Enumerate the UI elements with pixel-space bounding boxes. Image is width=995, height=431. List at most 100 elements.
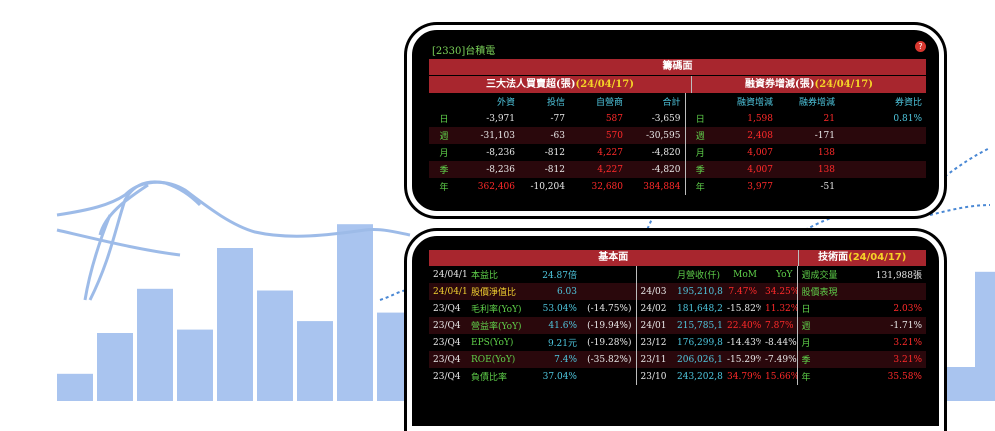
rev-mom: 22.40% <box>727 320 761 331</box>
fund-value: 9.21元 <box>547 339 577 349</box>
rev-mom: 34.79% <box>727 371 761 382</box>
chips-cell-margin: 3,977 <box>747 181 773 192</box>
chips-title: 籌碼面 <box>429 59 926 75</box>
rev-mom: -14.43% <box>727 337 761 348</box>
fundamentals-row: 23/Q4 ROE(YoY) 7.4% (-35.82%) 23/11 206,026,1… <box>429 351 926 368</box>
chips-cell-dealer: 4,227 <box>597 164 623 175</box>
chips-row: 月 -8,236 -812 4,227 -4,820 月 4,007 138 <box>429 144 926 161</box>
fundamentals-row: 23/Q4 營益率(YoY) 41.6% (-19.94%) 24/01 215,785,… <box>429 317 926 334</box>
fund-label: EPS(YoY) <box>471 337 514 348</box>
chips-subheader: 三大法人買賣超(張)(24/04/17) 融資券增減(張)(24/04/17) <box>429 76 926 93</box>
technical-header: 技術面 <box>818 252 849 263</box>
fundamentals-row: 23/Q4 EPS(YoY) 9.21元 (-19.28%) 23/12 176,299,… <box>429 334 926 351</box>
fund-value: 41.6% <box>548 320 577 331</box>
fundamentals-panel: 基本面 技術面(24/04/17) 24/04/17 本益比 24.87倍 月營收(仟… <box>407 231 944 431</box>
chips-cell-total: -3,659 <box>651 113 681 124</box>
fundamentals-row: 23/Q4 毛利率(YoY) 53.04% (-14.75%) 24/02 181,648… <box>429 300 926 317</box>
tech-label: 季 <box>796 351 864 368</box>
fundamentals-row: 23/Q4 負債比率 37.04% 23/10 243,202,811 34.79% 15.… <box>429 368 926 385</box>
fundamentals-header: 基本面 技術面(24/04/17) <box>429 250 926 266</box>
rev-month: 23/10 <box>635 368 673 385</box>
chips-cell-short: -171 <box>814 130 835 141</box>
rev-yoy: -8.44% <box>765 337 797 348</box>
col-ratio: 券資比 <box>894 98 922 108</box>
margin-date: (24/04/17) <box>814 79 873 90</box>
chips-cell-short: -51 <box>820 181 836 192</box>
background-bar <box>337 224 373 401</box>
fund-date: 24/04/17 <box>433 269 467 280</box>
fundamentals-table: 24/04/17 本益比 24.87倍 月營收(仟) MoM YoY週成交量 131,988… <box>429 266 926 385</box>
fund-value: 53.04% <box>542 303 577 314</box>
stock-ticker[interactable]: [2330]台積電 <box>432 42 495 57</box>
background-bar <box>97 333 133 401</box>
rev-month-head <box>635 266 673 283</box>
fund-date: 23/Q4 <box>433 354 461 365</box>
tech-value: -1.71% <box>890 320 922 331</box>
background-bar <box>257 290 293 401</box>
chips-cell-mperiod: 日 <box>684 110 715 127</box>
rev-yoy: 15.66% <box>765 371 797 382</box>
background-bar <box>945 367 975 401</box>
tech-label: 日 <box>796 300 864 317</box>
chips-cell-total: -4,820 <box>651 164 681 175</box>
chips-table: 外資 投信 自營商 合計 融資增減 融券增減 券資比 日 -3,971 -77 587… <box>429 93 926 195</box>
chips-cell-dealer: 570 <box>605 130 623 141</box>
institutional-date: (24/04/17) <box>575 79 634 90</box>
background-bar <box>297 321 333 401</box>
fund-value: 7.4% <box>554 354 577 365</box>
dotted-line-mid <box>804 214 841 231</box>
chips-cell-mperiod: 年 <box>684 178 715 195</box>
tech-value <box>864 283 926 300</box>
chips-cell-mperiod: 季 <box>684 161 715 178</box>
tech-value: 2.03% <box>893 303 922 314</box>
chips-cell-ratio <box>839 144 926 161</box>
chips-cell-trust: -77 <box>550 113 566 124</box>
fund-label: 營益率(YoY) <box>471 322 522 332</box>
chips-cell-short: 138 <box>817 147 835 158</box>
rev-yoy: 11.32% <box>765 303 797 314</box>
chips-cell-period: 週 <box>439 132 449 142</box>
rev-month: 24/01 <box>635 317 673 334</box>
chips-cell-ratio: 0.81% <box>893 113 922 124</box>
fund-label: 本益比 <box>471 271 499 281</box>
col-trust: 投信 <box>546 98 565 108</box>
fund-change: (-19.28%) <box>587 337 632 348</box>
rev-yoy: -7.49% <box>765 354 797 365</box>
chips-cell-foreign: -31,103 <box>480 130 515 141</box>
fund-date: 23/Q4 <box>433 320 461 331</box>
chips-row: 週 -31,103 -63 570 -30,595 週 2,408 -171 <box>429 127 926 144</box>
tech-label: 週成交量 <box>796 266 864 283</box>
rev-head-rev: 月營收(仟) <box>677 271 721 281</box>
chips-cell-ratio <box>839 178 926 195</box>
rev-month: 24/02 <box>635 300 673 317</box>
background-bar <box>975 271 995 401</box>
chips-cell-trust: -10,204 <box>530 181 565 192</box>
rev-head-mom: MoM <box>733 269 757 280</box>
chips-cell-trust: -63 <box>550 130 566 141</box>
fund-change: (-19.94%) <box>587 320 632 331</box>
chips-cell-margin: 4,007 <box>747 164 773 175</box>
rev-mom: 7.47% <box>728 286 757 297</box>
fund-change <box>581 283 636 300</box>
fund-date: 24/04/17 <box>433 286 467 297</box>
col-total: 合計 <box>662 98 681 108</box>
fund-date: 23/Q4 <box>433 371 461 382</box>
chips-cell-dealer: 587 <box>605 113 623 124</box>
dotted-line-right <box>939 147 991 181</box>
fund-date: 23/Q4 <box>433 337 461 348</box>
chips-cell-dealer: 4,227 <box>597 147 623 158</box>
chips-cell-total: -30,595 <box>645 130 681 141</box>
tech-label: 股價表現 <box>796 283 864 300</box>
chips-cell-short: 138 <box>817 164 835 175</box>
rev-value: 243,202,811 <box>677 371 723 382</box>
fund-label: 股價淨值比 <box>471 288 517 298</box>
background-line-3 <box>98 183 149 236</box>
chips-cell-period: 年 <box>439 183 449 193</box>
chips-cell-ratio <box>839 127 926 144</box>
fundamentals-title: 基本面 <box>429 250 798 266</box>
chips-cell-dealer: 32,680 <box>591 181 624 192</box>
tech-value: 35.58% <box>887 371 922 382</box>
help-icon[interactable]: ? <box>915 41 926 52</box>
rev-mom: -15.82% <box>727 303 761 314</box>
fund-value: 37.04% <box>542 371 577 382</box>
